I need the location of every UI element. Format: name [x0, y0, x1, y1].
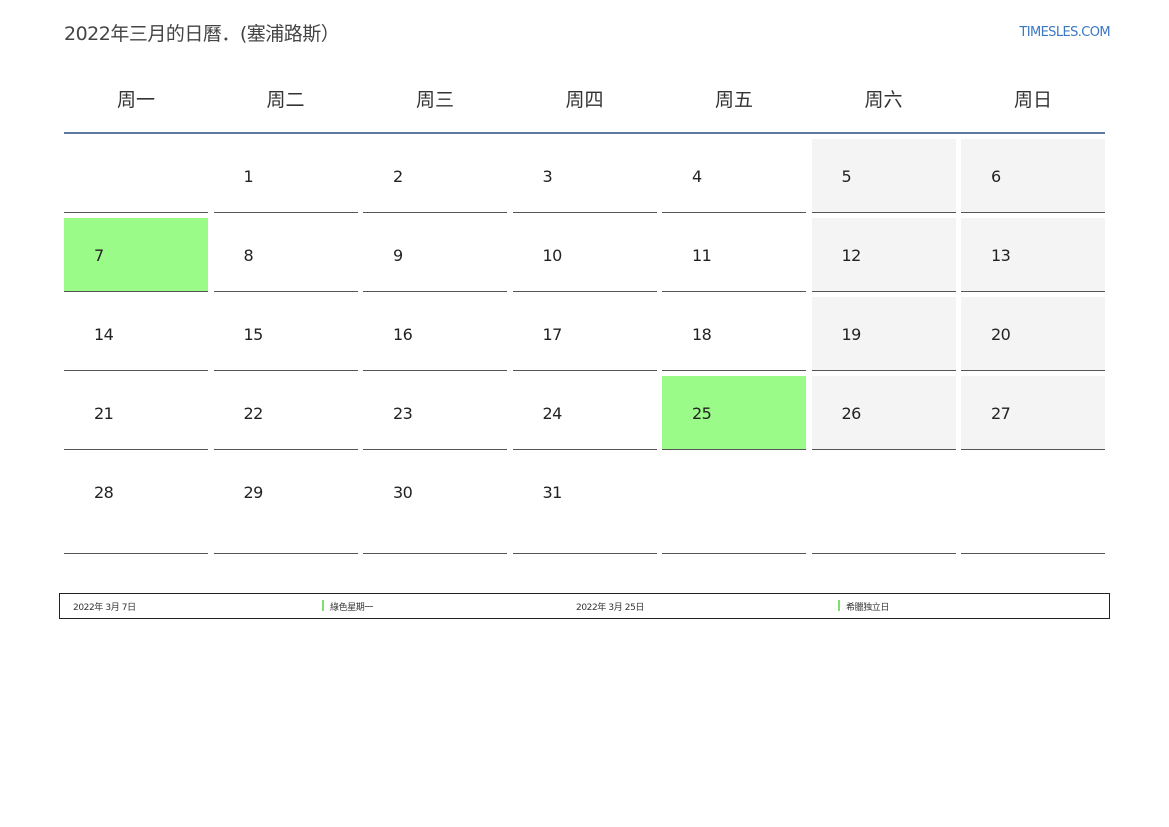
day-cell: 24 — [512, 376, 657, 450]
weekday-sun: 周日 — [1013, 89, 1052, 111]
page-title: 2022年三月的日曆．(塞浦路斯） — [64, 23, 340, 45]
day-number: 6 — [991, 167, 1001, 186]
day-cell: 9 — [363, 218, 507, 292]
day-cell: 30 — [363, 455, 507, 554]
holiday-day-cell: 25 — [662, 376, 806, 450]
day-number: 11 — [692, 246, 712, 265]
day-cell: 1 — [213, 139, 358, 213]
day-cell: 22 — [213, 376, 358, 450]
holiday-color-marker — [322, 600, 324, 611]
day-cell: 18 — [662, 297, 806, 371]
day-cell: 3 — [512, 139, 657, 213]
weekday-thu: 周四 — [565, 89, 604, 111]
day-number: 8 — [243, 246, 254, 265]
holiday-color-marker — [838, 600, 840, 611]
day-number: 28 — [94, 483, 114, 502]
day-number: 12 — [841, 246, 862, 265]
day-cell: 17 — [512, 297, 657, 371]
day-number: 18 — [692, 325, 712, 344]
day-number: 19 — [841, 325, 862, 344]
day-number: 30 — [393, 483, 413, 502]
day-cell: 23 — [363, 376, 507, 450]
day-cell — [64, 139, 208, 213]
day-cell: 21 — [64, 376, 208, 450]
week-row-2: 7 8 9 10 11 12 13 — [64, 218, 1105, 292]
day-number: 31 — [542, 483, 563, 502]
week-row-5: 28 29 30 31 — [64, 455, 1105, 554]
day-number: 16 — [393, 325, 413, 344]
day-cell: 11 — [662, 218, 806, 292]
weekday-fri: 周五 — [714, 89, 753, 111]
weekend-day-cell: 5 — [811, 139, 956, 213]
day-cell: 28 — [64, 455, 208, 554]
weekend-day-cell: 13 — [961, 218, 1105, 292]
day-cell: 31 — [512, 455, 657, 554]
week-row-3: 14 15 16 17 18 19 20 — [64, 297, 1105, 371]
empty-day-cell — [662, 455, 806, 554]
weekday-wed: 周三 — [415, 89, 454, 111]
legend-date: 2022年 3月 7日 — [73, 603, 136, 613]
day-cell: 16 — [363, 297, 507, 371]
legend-holiday-name: 希臘独立日 — [846, 603, 890, 613]
weekend-day-cell: 27 — [961, 376, 1105, 450]
day-cell: 29 — [213, 455, 358, 554]
day-number: 25 — [692, 404, 712, 423]
day-number: 2 — [393, 167, 403, 186]
day-number: 15 — [243, 325, 264, 344]
weekend-day-cell: 12 — [811, 218, 956, 292]
weekday-sat: 周六 — [864, 89, 903, 111]
brand-link[interactable]: TIMESLES.COM — [1019, 25, 1110, 40]
day-number: 26 — [841, 404, 862, 423]
day-number: 21 — [94, 404, 114, 423]
day-number: 9 — [393, 246, 403, 265]
weekend-day-cell: 26 — [811, 376, 956, 450]
day-number: 23 — [393, 404, 413, 423]
legend-holiday-name: 綠色星期一 — [330, 603, 374, 613]
day-number: 27 — [991, 404, 1011, 423]
holiday-day-cell: 7 — [64, 218, 208, 292]
day-number: 24 — [542, 404, 563, 423]
day-cell: 10 — [512, 218, 657, 292]
week-row-4: 21 22 23 24 25 26 27 — [64, 376, 1105, 450]
weekday-tue: 周二 — [266, 89, 305, 111]
day-cell: 14 — [64, 297, 208, 371]
day-number: 22 — [243, 404, 264, 423]
calendar-grid: 周一 周二 周三 周四 周五 周六 周日 1 2 3 4 5 6 7 8 9 1… — [64, 70, 1105, 554]
weekday-mon: 周一 — [116, 89, 155, 111]
day-number: 7 — [94, 246, 104, 265]
day-number: 29 — [243, 483, 264, 502]
weekend-day-cell: 19 — [811, 297, 956, 371]
day-cell: 2 — [363, 139, 507, 213]
empty-day-cell — [961, 455, 1105, 554]
weekend-day-cell: 20 — [961, 297, 1105, 371]
day-number: 20 — [991, 325, 1011, 344]
day-number: 3 — [542, 167, 553, 186]
empty-day-cell — [811, 455, 956, 554]
day-number: 17 — [542, 325, 563, 344]
day-number: 4 — [692, 167, 702, 186]
day-number: 5 — [841, 167, 852, 186]
day-cell: 8 — [213, 218, 358, 292]
day-cell: 15 — [213, 297, 358, 371]
weekday-header: 周一 周二 周三 周四 周五 周六 周日 — [64, 70, 1105, 134]
day-cell: 4 — [662, 139, 806, 213]
weekend-day-cell: 6 — [961, 139, 1105, 213]
day-number: 14 — [94, 325, 114, 344]
day-number: 13 — [991, 246, 1011, 265]
legend-date: 2022年 3月 25日 — [576, 603, 645, 613]
holiday-legend: 2022年 3月 7日 綠色星期一 2022年 3月 25日 希臘独立日 — [59, 593, 1110, 619]
day-number: 1 — [243, 167, 254, 186]
day-number: 10 — [542, 246, 563, 265]
week-row-1: 1 2 3 4 5 6 — [64, 139, 1105, 213]
